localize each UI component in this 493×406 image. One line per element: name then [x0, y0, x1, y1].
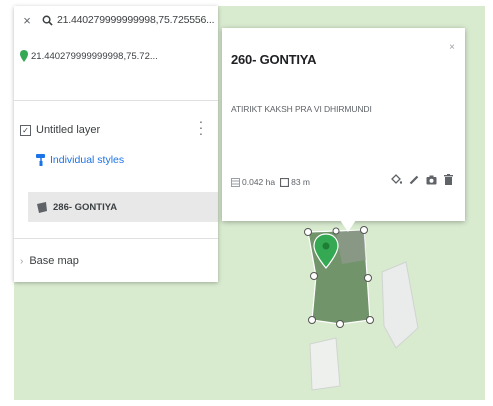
neighbor-parcel [309, 337, 341, 391]
search-result[interactable]: 21.440279999999998,75.72... [20, 50, 158, 62]
popup-title: 260- GONTIYA [231, 52, 317, 67]
map-pin-icon [20, 50, 28, 62]
perimeter-icon [280, 177, 290, 187]
close-icon[interactable]: × [449, 42, 455, 53]
vertex-handle [360, 226, 368, 234]
base-map-label: Base map [29, 255, 79, 267]
area-icon [231, 177, 240, 187]
search-input[interactable]: 21.440279999999998,75.725556... [57, 14, 217, 26]
vertex-handle [364, 274, 372, 282]
individual-styles-link[interactable]: Individual styles [36, 154, 124, 166]
area-value: 0.042 ha [242, 177, 276, 187]
layer-options-icon[interactable]: · · · [198, 114, 204, 140]
close-search-button[interactable]: × [18, 13, 36, 28]
trash-icon[interactable] [444, 174, 453, 185]
divider [14, 100, 218, 101]
search-result-text: 21.440279999999998,75.72... [31, 50, 158, 62]
chevron-right-icon: › [20, 255, 24, 267]
vertex-handle [308, 316, 316, 324]
divider [14, 238, 218, 239]
layer-name[interactable]: Untitled layer [36, 124, 100, 136]
vertex-handle [332, 227, 340, 235]
base-map-toggle[interactable]: › Base map [20, 255, 79, 267]
search-icon [40, 13, 54, 27]
paint-bucket-icon[interactable] [391, 174, 402, 185]
vertex-handle [310, 272, 318, 280]
polygon-icon [36, 201, 48, 213]
side-panel: × 21.440279999999998,75.725556... 21.440… [14, 6, 218, 282]
feature-measurements: 0.042 ha 83 m [231, 177, 310, 187]
camera-icon[interactable] [426, 175, 437, 185]
screen: × 21.440279999999998,75.725556... 21.440… [0, 0, 493, 406]
search-bar[interactable]: × 21.440279999999998,75.725556... [14, 6, 218, 34]
vertex-handle [366, 316, 374, 324]
perimeter-value: 83 m [291, 177, 310, 187]
pencil-icon[interactable] [409, 175, 419, 185]
popup-description: ATIRIKT KAKSH PRA VI DHIRMUNDI [231, 104, 372, 114]
popup-pointer [340, 220, 356, 232]
neighbor-parcel [381, 261, 419, 349]
individual-styles-label: Individual styles [50, 154, 125, 166]
popup-actions [391, 174, 453, 185]
feature-info-popup: 260- GONTIYA × ATIRIKT KAKSH PRA VI DHIR… [222, 28, 465, 221]
feature-name: 286- GONTIYA [53, 201, 118, 213]
vertex-handle [336, 320, 344, 328]
paint-roller-icon [36, 154, 46, 166]
vertex-handle [304, 228, 312, 236]
layer-visibility-checkbox[interactable]: ✓ [20, 124, 31, 136]
feature-list-item[interactable]: 286- GONTIYA [28, 192, 218, 222]
layer-header[interactable]: ✓ Untitled layer [20, 124, 100, 136]
